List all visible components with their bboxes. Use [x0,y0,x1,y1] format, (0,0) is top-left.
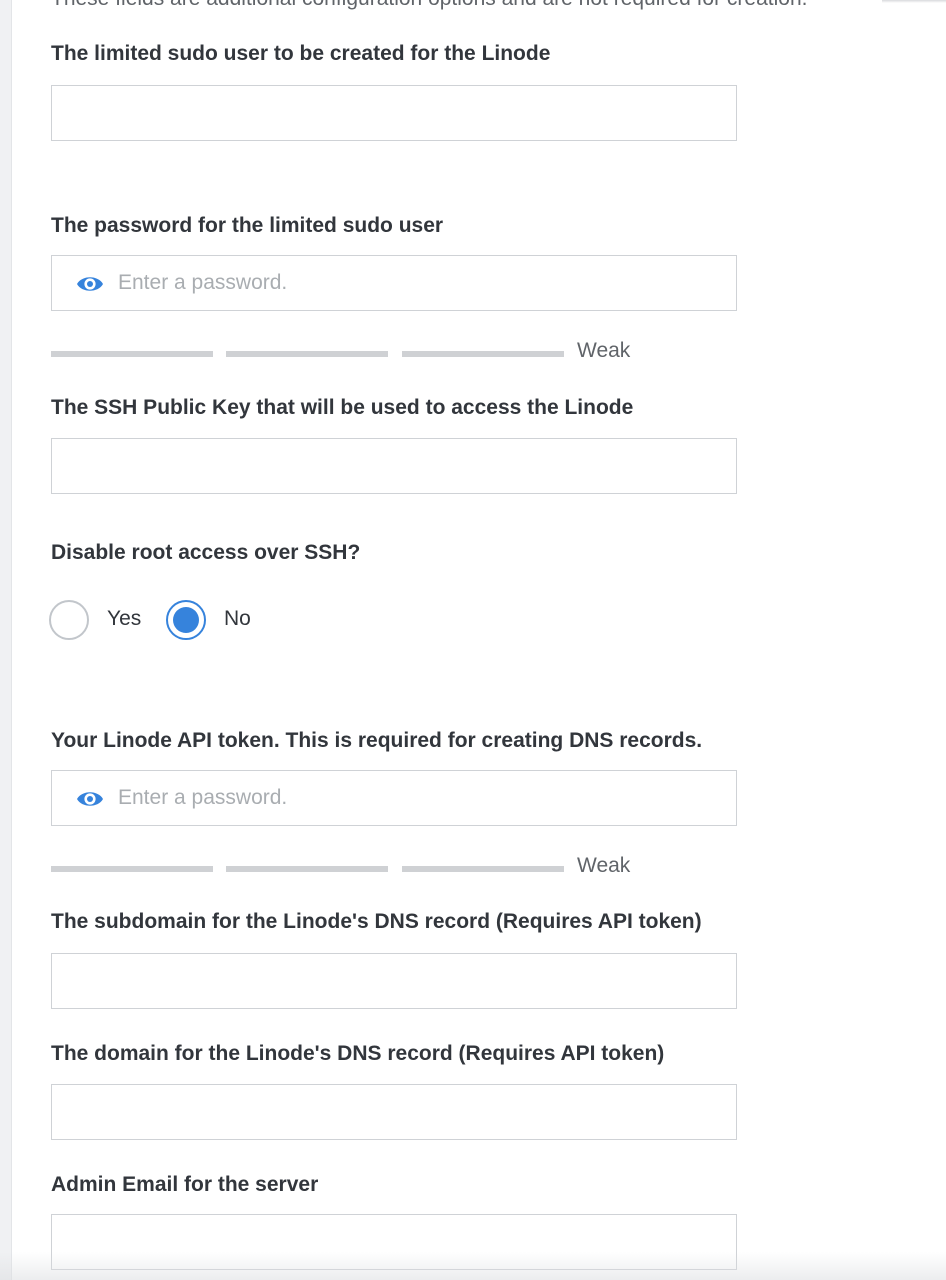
api-token-field [51,770,737,826]
api-token-label: Your Linode API token. This is required … [51,729,703,752]
api-token-input[interactable] [52,771,736,825]
subdomain-input[interactable] [52,954,736,1008]
api-token-strength-meter: Weak [51,853,651,883]
radio-yes-label: Yes [107,607,142,630]
domain-input[interactable] [52,1085,736,1139]
radio-option-no[interactable]: No [166,598,276,644]
left-edge-strip [0,0,12,1280]
strength-bar-2 [226,866,388,872]
strength-bar-2 [226,351,388,357]
section-intro-text: These fields are additional configuratio… [51,0,807,11]
strength-label: Weak [577,854,631,877]
radio-no-circle[interactable] [166,600,206,640]
top-shadow [882,0,946,3]
password-strength-meter: Weak [51,338,651,368]
radio-no-label: No [224,607,251,630]
subdomain-label: The subdomain for the Linode's DNS recor… [51,910,702,933]
radio-yes-circle[interactable] [49,600,89,640]
sudo-password-input[interactable] [52,256,736,310]
subdomain-field [51,953,737,1009]
ssh-key-field [51,438,737,494]
ssh-key-input[interactable] [52,439,736,493]
strength-label: Weak [577,339,631,362]
strength-bar-1 [51,351,213,357]
domain-field [51,1084,737,1140]
sudo-user-field [51,85,737,141]
radio-option-yes[interactable]: Yes [49,598,149,644]
strength-bar-1 [51,866,213,872]
disable-root-label: Disable root access over SSH? [51,541,361,564]
disable-root-radio-group: Yes No [49,598,309,644]
ssh-key-label: The SSH Public Key that will be used to … [51,396,634,419]
strength-bar-3 [402,351,564,357]
admin-email-input[interactable] [52,1215,736,1269]
strength-bar-3 [402,866,564,872]
admin-email-field [51,1214,737,1270]
domain-label: The domain for the Linode's DNS record (… [51,1042,665,1065]
sudo-password-label: The password for the limited sudo user [51,214,444,237]
admin-email-label: Admin Email for the server [51,1173,319,1196]
sudo-user-label: The limited sudo user to be created for … [51,42,551,65]
sudo-user-input[interactable] [52,86,736,140]
sudo-password-field [51,255,737,311]
